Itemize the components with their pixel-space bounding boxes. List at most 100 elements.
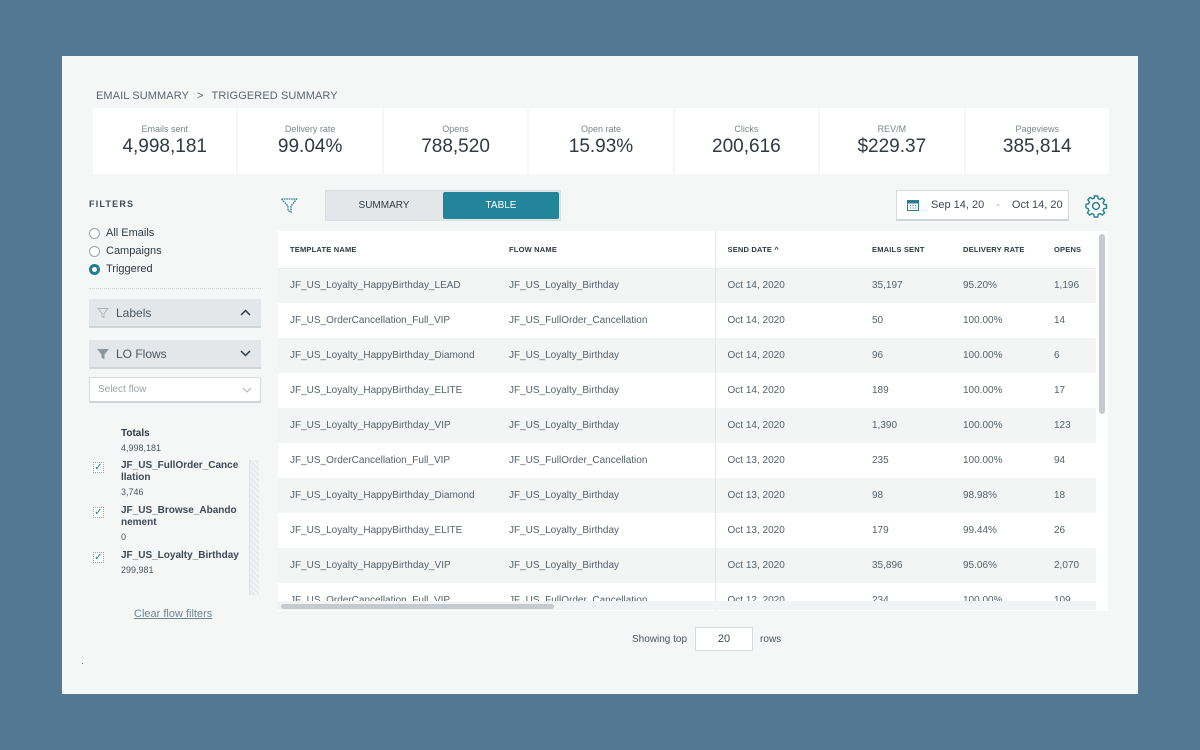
tab-table[interactable]: TABLE bbox=[443, 192, 559, 219]
kpi-value: $229.37 bbox=[857, 136, 927, 157]
cell-send-date: Oct 14, 2020 bbox=[714, 303, 860, 338]
cell-emails-sent: 1,390 bbox=[860, 408, 951, 443]
calendar-icon bbox=[907, 200, 919, 211]
table-row[interactable]: JF_US_OrderCancellation_Full_VIPJF_US_Fu… bbox=[278, 303, 1096, 338]
table-horizontal-scrollbar[interactable] bbox=[281, 604, 554, 609]
cell-template-name: JF_US_Loyalty_HappyBirthday_ELITE bbox=[278, 513, 497, 548]
radio-label: All Emails bbox=[106, 227, 155, 239]
table-row[interactable]: JF_US_Loyalty_HappyBirthday_VIP JF_US_Loy… bbox=[278, 548, 1096, 583]
table-row[interactable]: JF_US_Loyalty_HappyBirthday_Diamond JF_US… bbox=[278, 338, 1096, 373]
showing-top-label: Showing top bbox=[632, 633, 688, 645]
cell-flow-name: JF_US_FullOrder_Cancellation bbox=[497, 443, 715, 478]
cell-opens: 6 bbox=[1042, 338, 1096, 373]
checkbox-checked[interactable]: ✓ bbox=[93, 507, 104, 518]
flow-count: 0 bbox=[121, 532, 127, 542]
checkbox-checked[interactable]: ✓ bbox=[93, 552, 104, 563]
lo-flows-accordion[interactable]: LO Flows bbox=[89, 340, 261, 369]
column-header-flow-name[interactable]: FLOW NAME bbox=[497, 231, 715, 269]
cell-opens: 2,070 bbox=[1042, 548, 1096, 583]
column-header-delivery-rate[interactable]: DELIVERY RATE bbox=[951, 231, 1042, 269]
table-row[interactable]: JF_US_OrderCancellation_Full_VIPJF_US_Fu… bbox=[278, 443, 1096, 478]
column-header-send-date[interactable]: SEND DATE ^ bbox=[714, 231, 860, 269]
totals-value: 4,998,181 bbox=[121, 443, 162, 453]
chevron-down-icon bbox=[242, 387, 252, 393]
cell-opens: 26 bbox=[1042, 513, 1096, 548]
date-end: Oct 14, 20 bbox=[1011, 199, 1063, 211]
checkbox-checked[interactable]: ✓ bbox=[93, 462, 104, 473]
cell-opens: 18 bbox=[1042, 478, 1096, 513]
kpi-rev-per-m: REV/M $229.37 bbox=[820, 108, 964, 174]
cell-flow-name: JF_US_Loyalty_Birthday bbox=[497, 513, 715, 548]
cell-emails-sent: 35,197 bbox=[860, 268, 951, 303]
clear-flow-filters-link[interactable]: Clear flow filters bbox=[134, 608, 212, 620]
cell-delivery-rate: 100.00% bbox=[951, 443, 1042, 478]
radio-selected-icon bbox=[89, 263, 100, 275]
radio-all-emails[interactable]: All Emails bbox=[89, 224, 162, 242]
table-row[interactable]: JF_US_Loyalty_HappyBirthday_ELITE JF_US_L… bbox=[278, 373, 1096, 408]
labels-accordion[interactable]: Labels bbox=[89, 299, 261, 328]
cell-emails-sent: 179 bbox=[860, 513, 951, 548]
radio-campaigns[interactable]: Campaigns bbox=[89, 242, 162, 260]
kpi-value: 15.93% bbox=[568, 136, 634, 157]
cell-delivery-rate: 95.06% bbox=[951, 548, 1042, 583]
chevron-up-icon bbox=[240, 309, 251, 316]
cell-emails-sent: 98 bbox=[860, 478, 951, 513]
column-header-template-name[interactable]: TEMPLATE NAME bbox=[278, 231, 497, 269]
flow-item: ✓ JF_US_Loyalty_Birthday 299,981 bbox=[89, 550, 261, 575]
kpi-open-rate: Open rate 15.93% bbox=[529, 108, 673, 174]
radio-circle-icon bbox=[89, 227, 100, 239]
column-header-emails-sent[interactable]: EMAILS SENT bbox=[860, 231, 951, 269]
totals-label: Totals bbox=[121, 428, 150, 439]
rows-label: rows bbox=[760, 633, 782, 645]
cell-flow-name: JF_US_Loyalty_Birthday bbox=[497, 548, 715, 583]
chevron-down-icon bbox=[240, 350, 251, 357]
flow-name: JF_US_FullOrder_Cancellation bbox=[121, 460, 239, 483]
cell-delivery-rate: 99.44% bbox=[951, 513, 1042, 548]
date-range-picker[interactable]: Sep 14, 20 - Oct 14, 20 bbox=[896, 190, 1069, 221]
row-count-input[interactable] bbox=[695, 627, 754, 651]
date-separator: - bbox=[996, 199, 1000, 211]
cell-opens: 94 bbox=[1042, 443, 1096, 478]
labels-accordion-label: Labels bbox=[116, 305, 152, 320]
cell-emails-sent: 189 bbox=[860, 373, 951, 408]
kpi-label: REV/M bbox=[877, 124, 907, 134]
settings-gear-icon[interactable] bbox=[1084, 194, 1108, 218]
cell-send-date: Oct 13, 2020 bbox=[714, 513, 860, 548]
row-count-control: Showing top rows bbox=[632, 627, 781, 651]
cell-template-name: JF_US_OrderCancellation_Full_VIP bbox=[278, 443, 497, 478]
tab-summary[interactable]: SUMMARY bbox=[326, 191, 442, 220]
flow-count: 299,981 bbox=[121, 565, 154, 575]
cell-emails-sent: 96 bbox=[860, 338, 951, 373]
cell-send-date: Oct 13, 2020 bbox=[714, 443, 860, 478]
flow-name: JF_US_Loyalty_Birthday bbox=[121, 550, 239, 561]
date-start: Sep 14, 20 bbox=[931, 199, 985, 211]
table-row[interactable]: JF_US_Loyalty_HappyBirthday_VIP JF_US_Loy… bbox=[278, 408, 1096, 443]
column-header-opens[interactable]: OPENS bbox=[1042, 231, 1096, 269]
cell-template-name: JF_US_Loyalty_HappyBirthday_ELITE bbox=[278, 373, 497, 408]
flow-list-scrollbar[interactable] bbox=[249, 460, 259, 595]
kpi-clicks: Clicks 200,616 bbox=[674, 108, 819, 174]
radio-triggered[interactable]: Triggered bbox=[89, 260, 162, 278]
select-flow-dropdown[interactable]: Select flow bbox=[89, 377, 261, 403]
select-flow-placeholder: Select flow bbox=[98, 384, 147, 395]
breadcrumb-email-summary[interactable]: EMAIL SUMMARY bbox=[96, 90, 189, 102]
cell-flow-name: JF_US_Loyalty_Birthday bbox=[497, 338, 715, 373]
kpi-value: 4,998,181 bbox=[122, 136, 207, 157]
kpi-strip: Emails sent 4,998,181 Delivery rate 99.04%… bbox=[93, 108, 1109, 174]
cell-delivery-rate: 100.00% bbox=[951, 303, 1042, 338]
view-toggle: SUMMARY TABLE bbox=[325, 190, 561, 221]
table-body: JF_US_Loyalty_HappyBirthday_LEAD JF_US_Lo… bbox=[278, 268, 1096, 611]
cell-flow-name: JF_US_Loyalty_Birthday bbox=[497, 478, 715, 513]
table-row[interactable]: JF_US_Loyalty_HappyBirthday_LEAD JF_US_Lo… bbox=[278, 268, 1096, 303]
kpi-pageviews: Pageviews 385,814 bbox=[965, 108, 1109, 174]
kpi-label: Pageviews bbox=[1015, 124, 1059, 134]
table-row[interactable]: JF_US_Loyalty_HappyBirthday_Diamond JF_US… bbox=[278, 478, 1096, 513]
kpi-value: 788,520 bbox=[421, 136, 490, 157]
filter-toggle-icon[interactable] bbox=[280, 197, 298, 215]
table-vertical-scrollbar[interactable] bbox=[1099, 234, 1105, 414]
filters-title: FILTERS bbox=[89, 199, 135, 209]
kpi-label: Clicks bbox=[734, 124, 759, 134]
table-row[interactable]: JF_US_Loyalty_HappyBirthday_ELITE JF_US_L… bbox=[278, 513, 1096, 548]
cell-opens: 14 bbox=[1042, 303, 1096, 338]
radio-label: Triggered bbox=[106, 263, 153, 275]
